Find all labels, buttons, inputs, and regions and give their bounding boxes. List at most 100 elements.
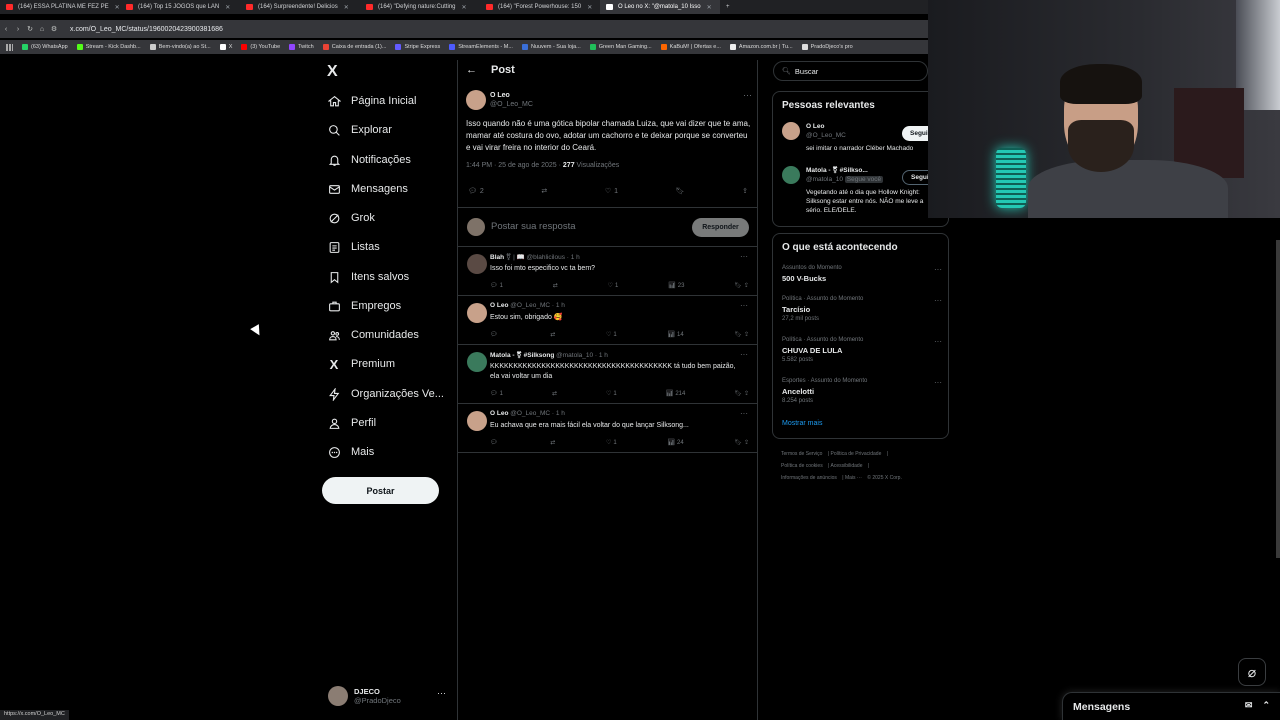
reply-button[interactable]: Responder	[692, 218, 749, 237]
reply-action[interactable]: 💬︎ 1	[490, 282, 503, 290]
close-tab-icon[interactable]: ✕	[115, 4, 120, 11]
bookmark-item[interactable]: (63) WhatsApp	[22, 44, 68, 50]
footer-link[interactable]: Termos de Serviço	[781, 451, 822, 457]
bookmark-item[interactable]: Stripe Express	[395, 44, 440, 50]
repost-icon[interactable]: ⇄	[541, 187, 547, 195]
person-name[interactable]: Matola - ⚧ #Silkso...	[806, 167, 868, 174]
trend-item[interactable]: Política · Assunto do Momento CHUVA DE LU…	[782, 336, 942, 365]
like-action[interactable]: ♡ 1	[606, 390, 617, 398]
avatar[interactable]	[467, 303, 487, 323]
nav-item-explore[interactable]: Explorar	[327, 118, 392, 142]
nav-item-home[interactable]: Página Inicial	[327, 89, 416, 113]
reply-author[interactable]: Blah	[490, 254, 504, 261]
bookmark-share[interactable]: 🔖︎ ⇪	[734, 282, 749, 289]
bookmark-icon[interactable]: 🔖︎	[734, 282, 742, 289]
person-name[interactable]: O Leo	[806, 123, 824, 130]
browser-tab[interactable]: (164) Surpreendente! Delicios ✕	[240, 0, 360, 14]
nav-item-notifications[interactable]: Notificações	[327, 148, 411, 172]
share-icon[interactable]: ⇪	[742, 187, 748, 195]
browser-tab[interactable]: (164) "Defying nature:Cutting ✕	[360, 0, 480, 14]
nav-item-more[interactable]: Mais	[327, 440, 374, 464]
search-input[interactable]: 🔍︎ Buscar	[773, 61, 928, 81]
avatar[interactable]	[467, 411, 487, 431]
nav-item-premium[interactable]: X Premium	[327, 352, 395, 376]
more-options-icon[interactable]: ···	[934, 377, 942, 389]
avatar[interactable]	[467, 352, 487, 372]
page-scrollbar[interactable]	[1276, 240, 1280, 558]
close-tab-icon[interactable]: ✕	[587, 4, 592, 11]
back-icon[interactable]: ‹	[0, 26, 12, 33]
trend-item[interactable]: Política · Assunto do Momento Tarcísio 27,…	[782, 295, 942, 324]
reply-item[interactable]: O Leo @O_Leo_MC · 1 h ··· Eu achava que …	[458, 405, 757, 453]
bookmark-icon[interactable]: 🔖︎	[676, 187, 685, 195]
more-options-icon[interactable]: ···	[934, 295, 942, 307]
bookmark-item[interactable]: Bem-vindo(a) ao St...	[149, 44, 211, 50]
x-logo[interactable]: X	[327, 63, 338, 81]
nav-item-jobs[interactable]: Empregos	[327, 294, 401, 318]
bookmark-share[interactable]: 🔖︎ ⇪	[734, 331, 749, 338]
like-action[interactable]: ♡ 1	[606, 331, 617, 339]
new-tab-icon[interactable]: +	[720, 4, 736, 10]
views-action[interactable]: 📊︎ 214	[666, 390, 686, 398]
repost-icon[interactable]: ⇄	[550, 331, 555, 338]
close-tab-icon[interactable]: ✕	[225, 4, 230, 11]
bookmark-item[interactable]: Twitch	[289, 44, 314, 50]
bookmark-item[interactable]: (3) YouTube	[241, 44, 280, 50]
close-tab-icon[interactable]: ✕	[462, 4, 467, 11]
like-action[interactable]: ♡ 1	[606, 439, 617, 447]
nav-item-communities[interactable]: Comunidades	[327, 323, 419, 347]
author-name[interactable]: O Leo	[490, 91, 533, 100]
reply-action[interactable]: 💬︎ 1	[490, 390, 503, 398]
avatar[interactable]	[466, 90, 486, 110]
views-action[interactable]: 📊︎ 14	[667, 331, 683, 339]
forward-icon[interactable]: ›	[12, 26, 24, 33]
more-options-icon[interactable]: ···	[934, 264, 942, 276]
bookmark-item[interactable]: PradoDjeco's pro	[801, 44, 853, 50]
nav-item-lists[interactable]: Listas	[327, 235, 380, 259]
bookmark-item[interactable]: Green Man Gaming...	[589, 44, 652, 50]
reply-item[interactable]: Matola - ⚧ #Silksong @matola_10 · 1 h ··…	[458, 346, 757, 404]
reload-icon[interactable]: ↻	[24, 25, 36, 33]
like-action[interactable]: ♡ 1	[608, 282, 619, 290]
more-options-icon[interactable]: ···	[934, 336, 942, 348]
trend-item[interactable]: Esportes · Assunto do Momento Ancelotti 8.…	[782, 377, 942, 406]
nav-item-verified-orgs[interactable]: Organizações Ve...	[327, 382, 444, 406]
account-more-icon[interactable]: ···	[437, 688, 446, 698]
more-options-icon[interactable]: ···	[743, 90, 752, 100]
close-tab-icon[interactable]: ✕	[707, 4, 712, 11]
bookmark-icon[interactable]: 🔖︎	[734, 390, 742, 397]
bookmark-item[interactable]: Caixa de entrada (1)...	[322, 44, 386, 50]
reply-input[interactable]: Postar sua resposta	[491, 221, 576, 232]
bookmark-item[interactable]: Amazon.com.br | Tu...	[729, 44, 793, 50]
bookmark-item[interactable]: KaBuM! | Ofertas e...	[660, 44, 721, 50]
footer-link[interactable]: Informações de anúncios	[781, 475, 837, 481]
share-icon[interactable]: ⇪	[744, 331, 749, 338]
nav-item-profile[interactable]: Perfil	[327, 411, 376, 435]
close-tab-icon[interactable]: ✕	[344, 4, 349, 11]
nav-item-bookmarks[interactable]: Itens salvos	[327, 265, 409, 289]
url-input[interactable]: x.com/O_Leo_MC/status/196002042390038168…	[70, 26, 223, 33]
reply-action[interactable]: 💬︎	[490, 439, 500, 446]
bookmark-item[interactable]: X	[219, 44, 232, 50]
account-switcher[interactable]: DJECO @PradoDjeco	[328, 686, 401, 706]
share-icon[interactable]: ⇪	[744, 282, 749, 289]
post-time[interactable]: 1:44 PM · 25 de ago de 2025 ·	[466, 162, 563, 169]
expand-icon[interactable]: ⌃	[1262, 700, 1270, 711]
reply-author[interactable]: Matola - ⚧ #Silksong	[490, 352, 554, 359]
like-action[interactable]: ♡ 1	[605, 187, 618, 196]
nav-item-grok[interactable]: Grok	[327, 206, 375, 230]
footer-link[interactable]: Política de Privacidade	[830, 451, 881, 457]
bookmark-item[interactable]: Stream - Kick Dashb...	[76, 44, 141, 50]
reply-item[interactable]: O Leo @O_Leo_MC · 1 h ··· Estou sim, obr…	[458, 297, 757, 345]
new-message-icon[interactable]: ✉	[1245, 700, 1253, 711]
trend-item[interactable]: Assuntos do Momento 500 V-Bucks ···	[782, 264, 942, 284]
more-options-icon[interactable]: ···	[740, 409, 748, 418]
author-handle[interactable]: @O_Leo_MC	[490, 101, 533, 108]
avatar[interactable]	[782, 166, 800, 184]
bookmark-item[interactable]: Nuuvem - Sua loja...	[521, 44, 581, 50]
bookmark-share[interactable]: 🔖︎ ⇪	[734, 439, 749, 446]
bookmark-icon[interactable]: 🔖︎	[734, 331, 742, 338]
share-icon[interactable]: ⇪	[744, 390, 749, 397]
messages-dock[interactable]: Mensagens ✉ ⌃	[1062, 692, 1280, 720]
back-arrow-icon[interactable]: ←	[466, 64, 477, 76]
